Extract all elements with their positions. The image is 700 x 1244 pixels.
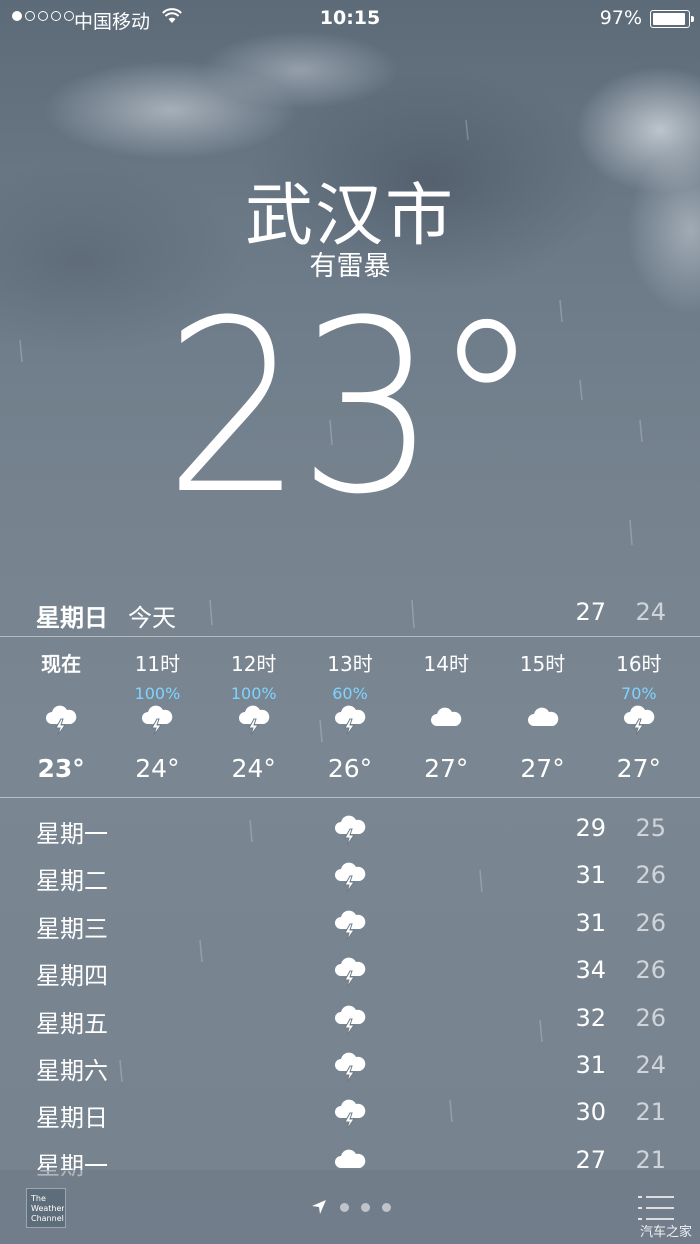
- day-name: 星期日: [36, 1104, 108, 1133]
- day-high: 31: [575, 908, 606, 937]
- hour-temperature: 27°: [520, 754, 565, 783]
- daily-row: 星期四 34 26: [0, 946, 700, 993]
- day-name: 星期三: [36, 914, 108, 943]
- day-high: 29: [575, 814, 606, 842]
- hourly-item: 14时 27°: [398, 648, 494, 788]
- day-low: 21: [635, 1098, 666, 1127]
- hour-temperature: 23°: [37, 754, 85, 783]
- hour-temperature: 27°: [616, 754, 661, 783]
- hourly-item: 16时 70% 27°: [591, 648, 687, 788]
- city-list-icon[interactable]: [638, 1194, 674, 1222]
- day-high: 31: [575, 861, 606, 890]
- hour-temperature: 24°: [231, 754, 276, 783]
- thunderstorm-icon: [332, 812, 368, 848]
- status-bar: 中国移动 10:15 97%: [0, 0, 700, 36]
- thunderstorm-icon: [236, 702, 272, 738]
- hourly-item: 现在 23°: [13, 648, 109, 788]
- hourly-item: 12时 100% 24°: [206, 648, 302, 788]
- day-low: 26: [635, 908, 666, 937]
- day-low: 26: [635, 1003, 666, 1032]
- today-label: 今天: [128, 604, 176, 632]
- day-low: 26: [635, 861, 666, 890]
- day-name: 星期四: [36, 962, 108, 991]
- page-dot: [382, 1202, 391, 1212]
- thunderstorm-icon: [332, 1002, 368, 1038]
- daily-row: 星期五 32 26: [0, 994, 700, 1041]
- hour-label: 16时: [616, 652, 662, 676]
- svg-text:Channel: Channel: [31, 1214, 64, 1223]
- day-high: 30: [575, 1098, 606, 1127]
- thunderstorm-icon: [621, 702, 657, 738]
- hourly-item: 13时 60% 26°: [302, 648, 398, 788]
- hourly-forecast-strip[interactable]: 现在 23° 11时 100% 24° 12时 100% 24° 13时 60% 26° 14时 27°…: [13, 648, 687, 788]
- precipitation-chance: 100%: [230, 684, 277, 703]
- divider: [0, 797, 700, 798]
- daily-row: 星期一 29 25: [0, 804, 700, 851]
- day-low: 25: [635, 814, 666, 842]
- day-low: 24: [635, 1050, 666, 1079]
- hour-temperature: 27°: [424, 754, 469, 783]
- day-high: 32: [575, 1003, 606, 1032]
- today-high: 27: [575, 598, 606, 626]
- hour-label: 15时: [519, 652, 566, 676]
- page-indicator[interactable]: [310, 1198, 391, 1216]
- thunderstorm-icon: [139, 702, 175, 738]
- day-name: 星期六: [36, 1056, 108, 1085]
- weather-channel-logo[interactable]: The Weather Channel: [26, 1188, 66, 1228]
- svg-text:The: The: [30, 1194, 46, 1203]
- day-name: 星期一: [36, 820, 108, 848]
- day-name: 星期五: [36, 1009, 108, 1038]
- daily-row: 星期三 31 26: [0, 899, 700, 946]
- hour-temperature: 24°: [135, 754, 180, 783]
- status-time: 10:15: [319, 7, 381, 29]
- page-dot: [361, 1202, 370, 1212]
- current-temperature: 23°: [164, 270, 541, 547]
- hourly-item: 15时 27°: [494, 648, 590, 788]
- day-name: 星期二: [36, 867, 108, 896]
- daily-row: 星期日 30 21: [0, 1088, 700, 1135]
- precipitation-chance: 100%: [134, 684, 181, 703]
- day-high: 31: [575, 1050, 606, 1079]
- hourly-item: 11时 100% 24°: [109, 648, 205, 788]
- hour-temperature: 26°: [327, 754, 373, 783]
- thunderstorm-icon: [332, 954, 368, 990]
- thunderstorm-icon: [332, 1049, 368, 1085]
- location-arrow-icon: [312, 1200, 326, 1214]
- svg-text:Weather: Weather: [31, 1204, 64, 1213]
- watermark-text: 汽车之家: [639, 1225, 692, 1240]
- cloud-icon: [525, 702, 561, 738]
- thunderstorm-icon: [332, 702, 368, 738]
- bottom-toolbar: The Weather Channel 汽车之家: [0, 1170, 700, 1244]
- hour-label: 11时: [134, 652, 181, 676]
- day-high: 34: [575, 956, 606, 985]
- thunderstorm-icon: [332, 907, 368, 943]
- hour-label: 12时: [230, 652, 277, 676]
- precipitation-chance: 70%: [621, 684, 657, 703]
- hour-label: 13时: [327, 652, 373, 676]
- today-summary-row: 星期日 今天 27 24: [0, 588, 700, 636]
- hour-label: 14时: [423, 652, 469, 676]
- page-dot: [340, 1202, 349, 1212]
- daily-forecast-list[interactable]: 星期一 29 25 星期二 31 26 星期三 31 26 星期四 34 26 星期五 32 26 星期六 31…: [0, 804, 700, 1183]
- cloud-icon: [428, 702, 464, 738]
- thunderstorm-icon: [332, 1096, 368, 1132]
- hour-label: 现在: [41, 652, 82, 676]
- divider: [0, 636, 700, 637]
- daily-row: 星期二 31 26: [0, 851, 700, 898]
- thunderstorm-icon: [332, 859, 368, 895]
- battery-percentage: 97%: [599, 7, 642, 29]
- today-day-name: 星期日: [36, 604, 108, 632]
- day-low: 26: [635, 956, 666, 985]
- thunderstorm-icon: [43, 702, 79, 738]
- precipitation-chance: 60%: [332, 684, 368, 703]
- today-low: 24: [635, 598, 666, 626]
- daily-row: 星期六 31 24: [0, 1041, 700, 1088]
- battery-icon: [650, 10, 694, 28]
